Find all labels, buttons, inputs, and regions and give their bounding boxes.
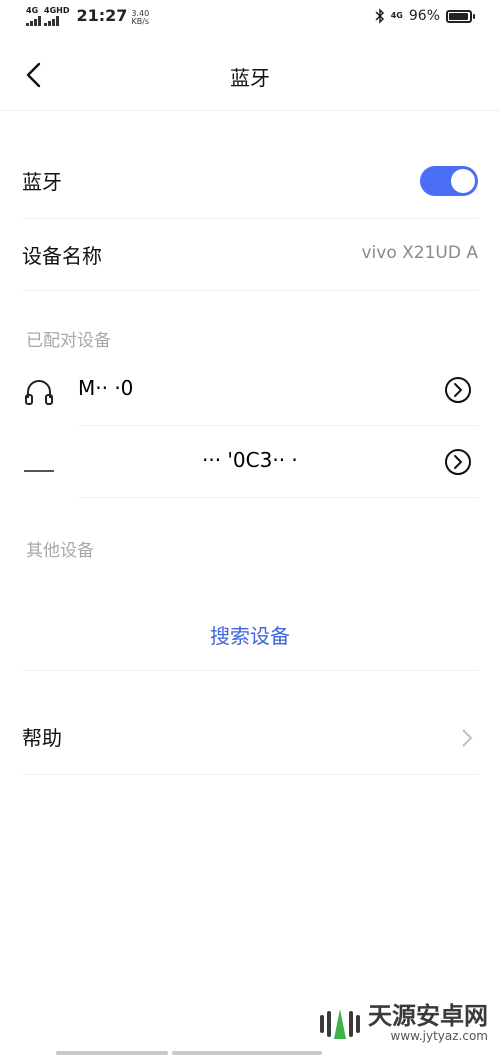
device-name-row[interactable]: 设备名称 vivo X21UD A: [22, 218, 478, 291]
watermark-text: 天源安卓网: [368, 1002, 488, 1030]
device-name-value: vivo X21UD A: [361, 243, 479, 263]
watermark-text-block: 天源安卓网 www.jytyaz.com: [368, 1003, 488, 1043]
cellular-signal-1: 4G: [26, 7, 41, 26]
paired-devices-header: 已配对设备: [26, 331, 111, 351]
watermark: 天源安卓网 www.jytyaz.com: [318, 1003, 488, 1043]
paired-device-name: ··· '0C3·· ·: [202, 448, 298, 472]
network-type-small: 4G: [390, 11, 403, 20]
battery-fill: [449, 12, 469, 20]
search-devices-button[interactable]: 搜索设备: [22, 620, 478, 649]
toggle-knob: [451, 169, 475, 193]
device-details-button[interactable]: [444, 448, 472, 476]
divider: [78, 497, 478, 498]
help-row[interactable]: 帮助: [22, 670, 478, 775]
cellular-signal-2: 4GHD: [44, 7, 69, 26]
status-right: 4G 96%: [375, 8, 475, 24]
paired-device-name: M·· ·0: [78, 376, 134, 400]
battery-percent: 96%: [408, 8, 440, 24]
watermark-logo-icon: [320, 1009, 360, 1039]
nav-gesture-hint: [172, 1051, 322, 1055]
device-details-button[interactable]: [444, 376, 472, 404]
other-devices-header: 其他设备: [26, 541, 94, 561]
page-title: 蓝牙: [230, 66, 270, 90]
network-speed: 3.40 KB/s: [131, 10, 149, 26]
bluetooth-icon: [375, 8, 384, 24]
title-bar: 蓝牙: [0, 40, 500, 111]
help-label: 帮助: [22, 726, 62, 750]
paired-device-row[interactable]: ··· '0C3·· ·: [22, 426, 478, 498]
signal-bars-icon: [26, 16, 41, 26]
signal-bars-icon: [44, 16, 69, 26]
bluetooth-label: 蓝牙: [22, 170, 62, 194]
network-type-label: 4GHD: [44, 6, 70, 15]
status-left: 4G 4GHD 21:27 3.40 KB/s: [26, 6, 149, 26]
nav-gesture-hint: [56, 1051, 168, 1055]
paired-device-row[interactable]: M·· ·0: [22, 354, 478, 426]
device-name-label: 设备名称: [22, 244, 102, 268]
bluetooth-toggle-row[interactable]: 蓝牙: [22, 144, 478, 219]
bluetooth-toggle[interactable]: [420, 166, 478, 196]
device-icon: [24, 470, 54, 472]
watermark-url: www.jytyaz.com: [390, 1029, 489, 1043]
clock: 21:27: [76, 6, 128, 25]
network-type-label: 4G: [26, 6, 39, 15]
speed-unit: KB/s: [131, 17, 150, 26]
status-bar: 4G 4GHD 21:27 3.40 KB/s 4G 96%: [0, 0, 500, 40]
chevron-right-icon: [462, 729, 473, 747]
headphones-icon: [25, 380, 53, 405]
search-devices-row: 搜索设备: [22, 580, 478, 671]
battery-icon: [446, 9, 475, 23]
